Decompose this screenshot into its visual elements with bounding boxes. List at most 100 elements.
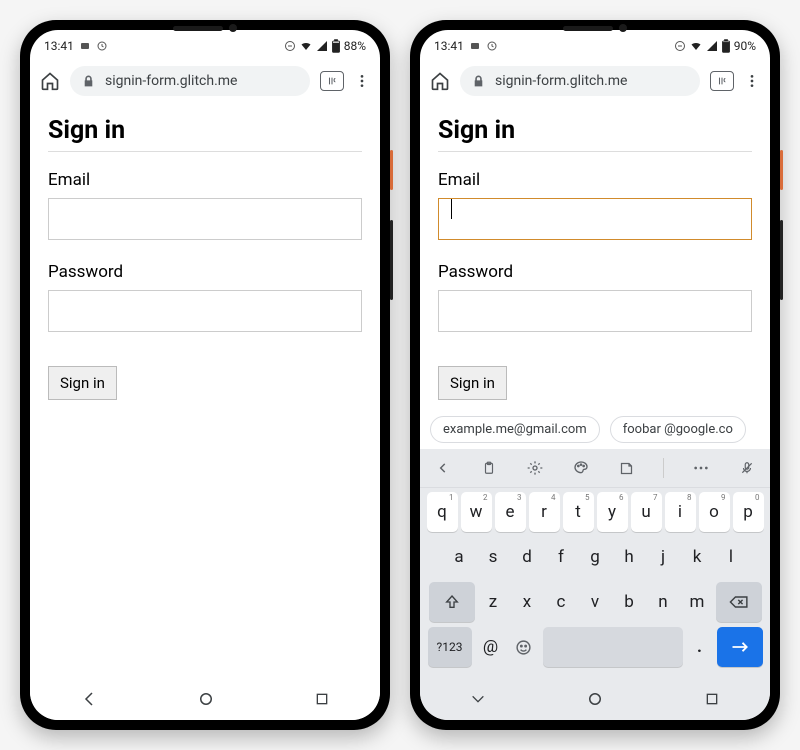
letter-key[interactable]: p0 <box>733 492 764 532</box>
letter-key[interactable]: q1 <box>427 492 458 532</box>
android-nav-bar <box>30 678 380 720</box>
letter-key[interactable]: n <box>648 582 679 622</box>
signal-icon <box>706 40 718 52</box>
letter-key[interactable]: z <box>478 582 509 622</box>
page-title: Sign in <box>48 116 362 145</box>
letter-key[interactable]: d <box>512 537 543 577</box>
nav-back-icon[interactable] <box>80 690 98 708</box>
wifi-icon <box>689 40 703 52</box>
period-key[interactable]: . <box>688 627 712 667</box>
letter-key[interactable]: f <box>546 537 577 577</box>
password-field[interactable] <box>438 290 752 332</box>
keyboard-keys: q1w2e3r4t5y6u7i8o9p0 asdfghjkl zxcvbnm ?… <box>420 488 770 678</box>
sync-icon <box>486 40 498 52</box>
screen-right: 13:41 90% signin-form.glitch.me <box>420 30 770 720</box>
letter-key[interactable]: v <box>580 582 611 622</box>
letter-key[interactable]: y6 <box>597 492 628 532</box>
letter-key[interactable]: c <box>546 582 577 622</box>
lock-icon <box>472 75 485 88</box>
wifi-icon <box>299 40 313 52</box>
title-divider <box>48 151 362 152</box>
clipboard-icon[interactable] <box>480 459 498 477</box>
letter-key[interactable]: t5 <box>563 492 594 532</box>
url-pill[interactable]: signin-form.glitch.me <box>70 66 310 96</box>
nav-home-icon[interactable] <box>197 690 215 708</box>
shift-key[interactable] <box>429 582 475 622</box>
signin-button[interactable]: Sign in <box>48 366 117 400</box>
text-caret <box>451 199 452 219</box>
url-text: signin-form.glitch.me <box>105 73 237 89</box>
autofill-suggestion[interactable]: example.me@gmail.com <box>430 416 600 443</box>
settings-icon[interactable] <box>526 459 544 477</box>
letter-key[interactable]: w2 <box>461 492 492 532</box>
letter-key[interactable]: a <box>444 537 475 577</box>
letter-key[interactable]: m <box>682 582 713 622</box>
signal-icon <box>316 40 328 52</box>
status-bar: 13:41 90% <box>420 30 770 60</box>
title-divider <box>438 151 752 152</box>
theme-icon[interactable] <box>572 459 590 477</box>
android-nav-bar <box>420 678 770 720</box>
status-time: 13:41 <box>434 39 464 53</box>
email-label: Email <box>48 170 362 190</box>
notification-icon <box>79 40 91 52</box>
email-field[interactable] <box>438 198 752 240</box>
letter-key[interactable]: j <box>648 537 679 577</box>
page-content: Sign in Email Password Sign in <box>30 102 380 678</box>
at-key[interactable]: @ <box>477 627 505 667</box>
url-pill[interactable]: signin-form.glitch.me <box>460 66 700 96</box>
letter-key[interactable]: h <box>614 537 645 577</box>
phone-notch <box>173 24 237 32</box>
nav-home-icon[interactable] <box>586 690 604 708</box>
reader-mode-icon[interactable] <box>710 71 734 91</box>
home-icon[interactable] <box>430 71 450 91</box>
battery-pct: 90% <box>734 39 756 53</box>
browser-url-bar: signin-form.glitch.me <box>30 60 380 102</box>
spacebar-key[interactable] <box>543 627 683 667</box>
nav-recent-icon[interactable] <box>314 691 330 707</box>
sticker-icon[interactable] <box>617 459 635 477</box>
menu-icon[interactable] <box>354 73 370 89</box>
notification-icon <box>469 40 481 52</box>
letter-key[interactable]: s <box>478 537 509 577</box>
url-text: signin-form.glitch.me <box>495 73 627 89</box>
dnd-icon <box>674 40 686 52</box>
letter-key[interactable]: x <box>512 582 543 622</box>
autofill-suggestion-row: example.me@gmail.com foobar @google.co <box>420 410 770 449</box>
nav-back-icon[interactable] <box>470 691 486 707</box>
backspace-key[interactable] <box>716 582 762 622</box>
letter-key[interactable]: r4 <box>529 492 560 532</box>
battery-icon <box>331 39 341 53</box>
letter-key[interactable]: i8 <box>665 492 696 532</box>
signin-button[interactable]: Sign in <box>438 366 507 400</box>
home-icon[interactable] <box>40 71 60 91</box>
page-title: Sign in <box>438 116 752 145</box>
kb-collapse-icon[interactable] <box>434 459 452 477</box>
emoji-key[interactable] <box>510 627 538 667</box>
email-label: Email <box>438 170 752 190</box>
lock-icon <box>82 75 95 88</box>
mic-icon[interactable] <box>738 459 756 477</box>
letter-key[interactable]: e3 <box>495 492 526 532</box>
password-field[interactable] <box>48 290 362 332</box>
letter-key[interactable]: l <box>716 537 747 577</box>
letter-key[interactable]: k <box>682 537 713 577</box>
phone-left: 13:41 88% signin-form.glitch.me <box>20 20 390 730</box>
autofill-suggestion[interactable]: foobar @google.co <box>610 416 746 443</box>
toolbar-separator <box>663 458 664 478</box>
screen-left: 13:41 88% signin-form.glitch.me <box>30 30 380 720</box>
battery-icon <box>721 39 731 53</box>
more-icon[interactable] <box>692 459 710 477</box>
email-field[interactable] <box>48 198 362 240</box>
enter-key[interactable] <box>717 627 763 667</box>
password-label: Password <box>438 262 752 282</box>
phone-right: 13:41 90% signin-form.glitch.me <box>410 20 780 730</box>
letter-key[interactable]: o9 <box>699 492 730 532</box>
nav-recent-icon[interactable] <box>704 691 720 707</box>
letter-key[interactable]: b <box>614 582 645 622</box>
letter-key[interactable]: g <box>580 537 611 577</box>
menu-icon[interactable] <box>744 73 760 89</box>
letter-key[interactable]: u7 <box>631 492 662 532</box>
reader-mode-icon[interactable] <box>320 71 344 91</box>
numeric-key[interactable]: ?123 <box>428 627 472 667</box>
